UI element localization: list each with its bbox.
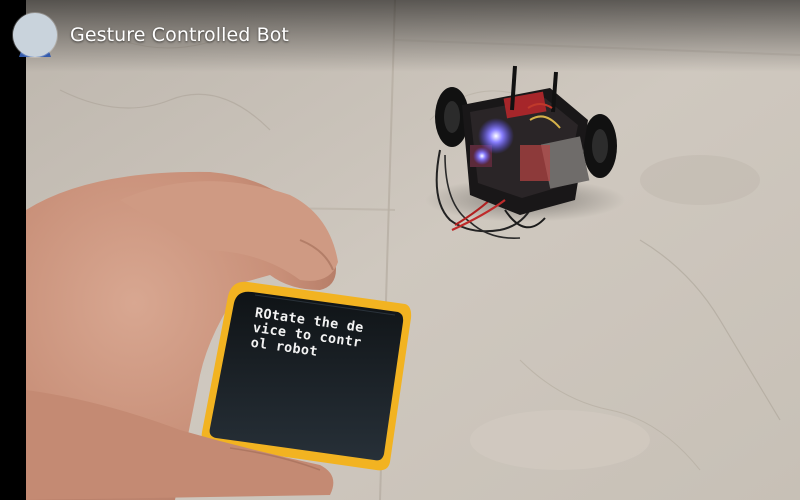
scene-image: [0, 0, 800, 500]
video-title[interactable]: Gesture Controlled Bot: [70, 24, 289, 46]
video-title-bar: Gesture Controlled Bot: [0, 0, 800, 72]
channel-avatar[interactable]: [13, 13, 57, 57]
video-frame[interactable]: Gesture Controlled Bot ROtate the de vic…: [0, 0, 800, 500]
